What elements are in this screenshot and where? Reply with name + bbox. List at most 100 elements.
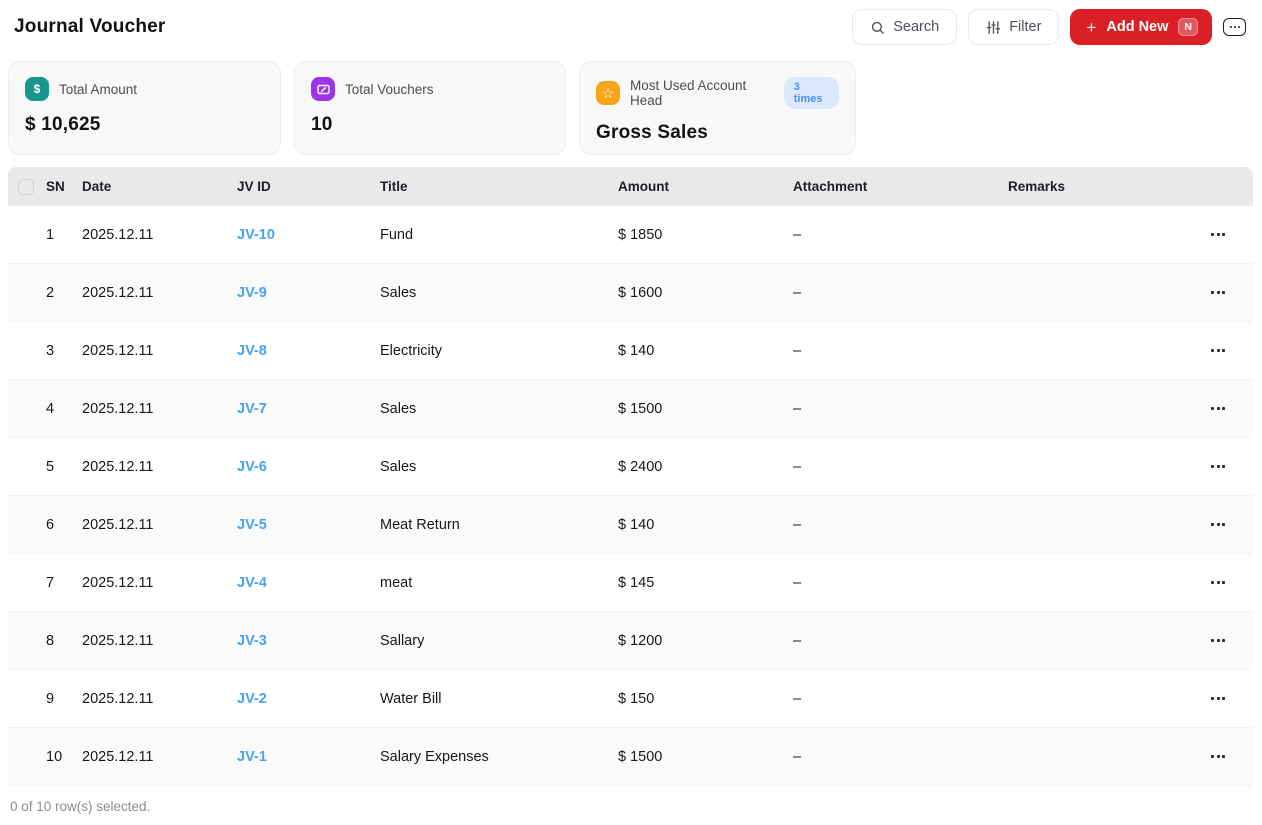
jv-id-link[interactable]: JV-4 xyxy=(237,575,267,591)
jv-id-link[interactable]: JV-5 xyxy=(237,517,267,533)
jv-id-link[interactable]: JV-10 xyxy=(237,227,275,243)
cell-amount: $ 145 xyxy=(618,575,793,591)
cell-sn: 5 xyxy=(46,459,82,475)
cell-attachment: – xyxy=(793,285,1008,301)
select-all-checkbox[interactable] xyxy=(18,179,34,195)
cell-amount: $ 1500 xyxy=(618,401,793,417)
row-actions-button[interactable] xyxy=(1211,349,1225,352)
cell-title: Fund xyxy=(380,227,618,243)
row-actions-button[interactable] xyxy=(1211,407,1225,410)
cell-date: 2025.12.11 xyxy=(82,633,237,649)
cell-amount: $ 140 xyxy=(618,343,793,359)
filter-button-label: Filter xyxy=(1009,19,1041,35)
cell-sn: 7 xyxy=(46,575,82,591)
cell-attachment: – xyxy=(793,343,1008,359)
jv-id-link[interactable]: JV-6 xyxy=(237,459,267,475)
table-row: 7 2025.12.11 JV-4 meat $ 145 – xyxy=(8,554,1253,612)
topbar-actions: Search Filter + Add New N xyxy=(852,9,1246,45)
cell-date: 2025.12.11 xyxy=(82,749,237,765)
cell-title: Sales xyxy=(380,285,618,301)
table-row: 1 2025.12.11 JV-10 Fund $ 1850 – xyxy=(8,206,1253,264)
table-body: 1 2025.12.11 JV-10 Fund $ 1850 – 2 2025.… xyxy=(8,206,1253,786)
cell-attachment: – xyxy=(793,517,1008,533)
cell-title: Meat Return xyxy=(380,517,618,533)
cell-amount: $ 1200 xyxy=(618,633,793,649)
jv-id-link[interactable]: JV-8 xyxy=(237,343,267,359)
cell-attachment: – xyxy=(793,749,1008,765)
row-actions-button[interactable] xyxy=(1211,291,1225,294)
cell-date: 2025.12.11 xyxy=(82,401,237,417)
cell-sn: 4 xyxy=(46,401,82,417)
row-actions-button[interactable] xyxy=(1211,639,1225,642)
jv-id-link[interactable]: JV-9 xyxy=(237,285,267,301)
row-actions-button[interactable] xyxy=(1211,523,1225,526)
row-actions-button[interactable] xyxy=(1211,465,1225,468)
jv-id-link[interactable]: JV-7 xyxy=(237,401,267,417)
column-header-jvid: JV ID xyxy=(237,179,380,194)
most-used-account-value: Gross Sales xyxy=(596,122,839,144)
search-button-label: Search xyxy=(893,19,939,35)
row-actions-button[interactable] xyxy=(1211,581,1225,584)
cell-date: 2025.12.11 xyxy=(82,517,237,533)
column-header-title: Title xyxy=(380,179,618,194)
table-row: 2 2025.12.11 JV-9 Sales $ 1600 – xyxy=(8,264,1253,322)
cell-amount: $ 1850 xyxy=(618,227,793,243)
table-row: 5 2025.12.11 JV-6 Sales $ 2400 – xyxy=(8,438,1253,496)
shortcut-badge: N xyxy=(1178,18,1198,37)
cell-date: 2025.12.11 xyxy=(82,285,237,301)
dollar-icon: $ xyxy=(25,77,49,101)
cell-attachment: – xyxy=(793,401,1008,417)
cell-attachment: – xyxy=(793,227,1008,243)
jv-id-link[interactable]: JV-3 xyxy=(237,633,267,649)
total-vouchers-label: Total Vouchers xyxy=(345,82,434,97)
cell-date: 2025.12.11 xyxy=(82,691,237,707)
cell-sn: 9 xyxy=(46,691,82,707)
filter-button[interactable]: Filter xyxy=(968,9,1059,45)
jv-id-link[interactable]: JV-2 xyxy=(237,691,267,707)
selection-status: 0 of 10 row(s) selected. xyxy=(0,786,1262,825)
row-actions-button[interactable] xyxy=(1211,697,1225,700)
most-used-account-label: Most Used Account Head xyxy=(630,78,772,108)
column-header-sn: SN xyxy=(46,179,82,194)
cell-title: Sales xyxy=(380,459,618,475)
vouchers-table: SN Date JV ID Title Amount Attachment Re… xyxy=(8,167,1253,786)
stats-row: $ Total Amount $ 10,625 Total Vouchers 1… xyxy=(0,54,1262,161)
cell-date: 2025.12.11 xyxy=(82,227,237,243)
table-header-row: SN Date JV ID Title Amount Attachment Re… xyxy=(8,167,1253,206)
cell-attachment: – xyxy=(793,633,1008,649)
jv-id-link[interactable]: JV-1 xyxy=(237,749,267,765)
cell-title: Electricity xyxy=(380,343,618,359)
row-actions-button[interactable] xyxy=(1211,233,1225,236)
search-icon xyxy=(870,20,885,35)
cell-title: Salary Expenses xyxy=(380,749,618,765)
cell-amount: $ 140 xyxy=(618,517,793,533)
table-row: 6 2025.12.11 JV-5 Meat Return $ 140 – xyxy=(8,496,1253,554)
cell-title: Sales xyxy=(380,401,618,417)
cell-title: meat xyxy=(380,575,618,591)
cell-attachment: – xyxy=(793,459,1008,475)
cell-amount: $ 150 xyxy=(618,691,793,707)
total-amount-card: $ Total Amount $ 10,625 xyxy=(8,61,281,155)
add-new-button-label: Add New xyxy=(1106,19,1168,35)
page-title: Journal Voucher xyxy=(14,16,166,38)
cell-attachment: – xyxy=(793,575,1008,591)
table-row: 4 2025.12.11 JV-7 Sales $ 1500 – xyxy=(8,380,1253,438)
most-used-account-card: ☆ Most Used Account Head 3 times Gross S… xyxy=(579,61,856,155)
search-button[interactable]: Search xyxy=(852,9,957,45)
cell-sn: 1 xyxy=(46,227,82,243)
cell-title: Water Bill xyxy=(380,691,618,707)
table-row: 8 2025.12.11 JV-3 Sallary $ 1200 – xyxy=(8,612,1253,670)
column-header-amount: Amount xyxy=(618,179,793,194)
row-actions-button[interactable] xyxy=(1211,755,1225,758)
total-amount-value: $ 10,625 xyxy=(25,114,264,136)
cell-sn: 8 xyxy=(46,633,82,649)
total-vouchers-value: 10 xyxy=(311,114,549,136)
star-icon: ☆ xyxy=(596,81,620,105)
voucher-icon xyxy=(311,77,335,101)
cell-date: 2025.12.11 xyxy=(82,459,237,475)
column-header-attachment: Attachment xyxy=(793,179,1008,194)
more-options-icon[interactable] xyxy=(1223,18,1246,36)
cell-amount: $ 1500 xyxy=(618,749,793,765)
add-new-button[interactable]: + Add New N xyxy=(1070,9,1212,45)
cell-sn: 2 xyxy=(46,285,82,301)
